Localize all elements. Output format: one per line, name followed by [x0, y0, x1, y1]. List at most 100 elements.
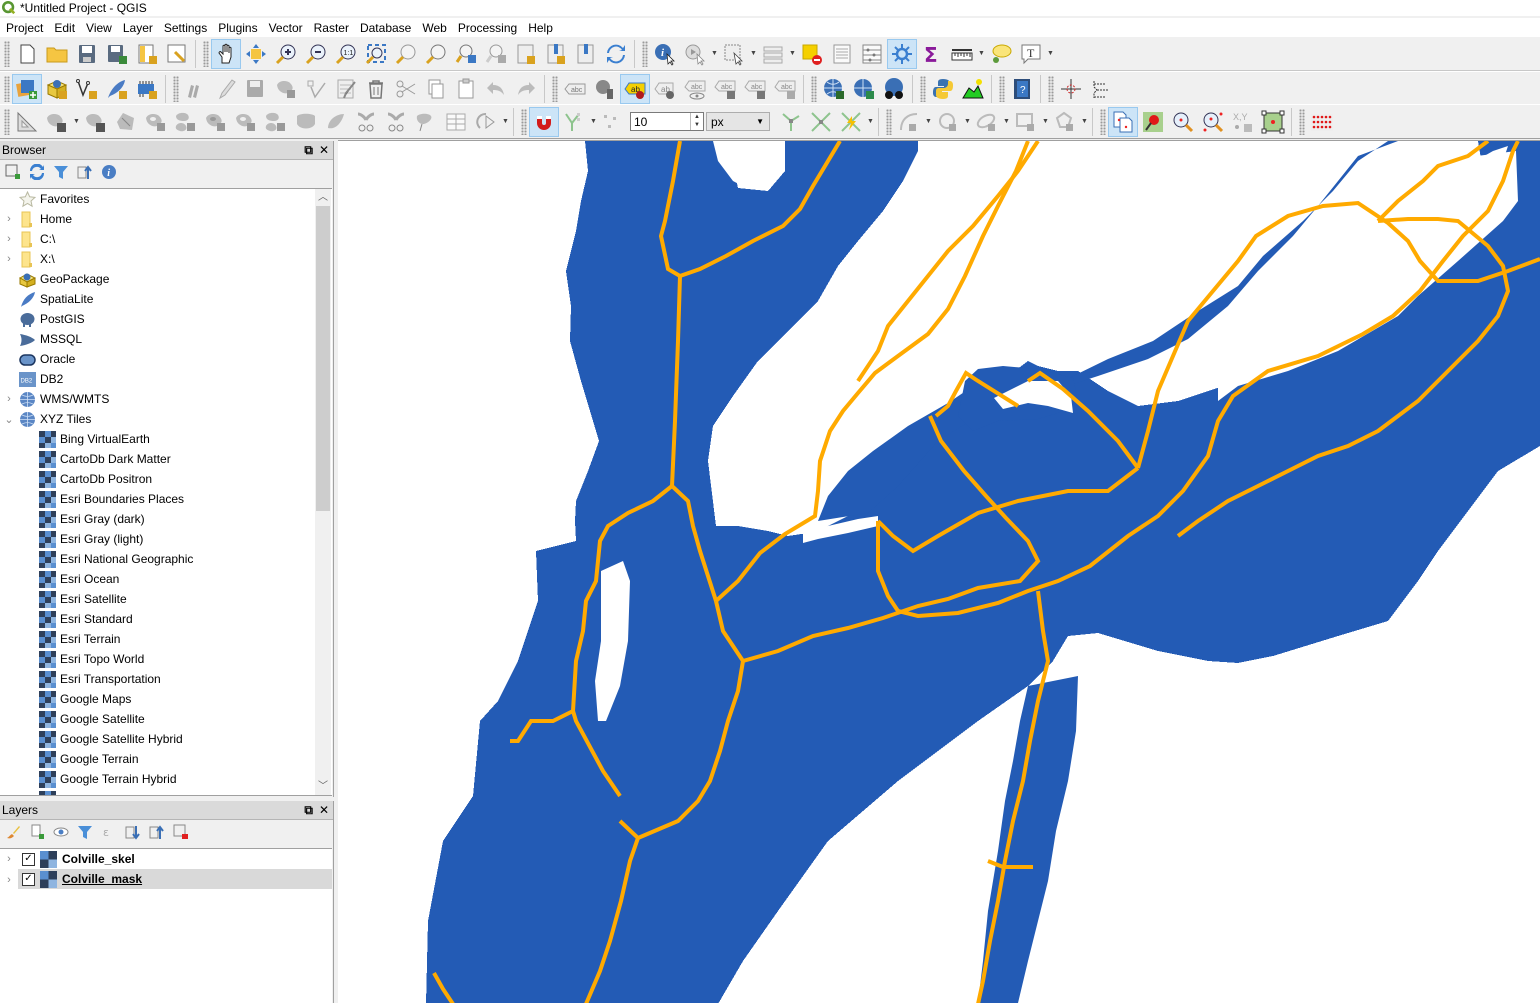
add-feature-button[interactable]: [271, 74, 301, 104]
expand-all-button[interactable]: [123, 822, 143, 842]
toolbar-grip[interactable]: [811, 75, 817, 102]
add-group-button[interactable]: [27, 822, 47, 842]
xyz-tile-item-google-satellite-hybrid[interactable]: Google Satellite Hybrid: [0, 729, 312, 749]
chevron-right-icon[interactable]: ›: [0, 253, 18, 265]
copy-features-button[interactable]: [421, 74, 451, 104]
fill-ring-button[interactable]: [201, 107, 231, 137]
advanced-digitizing-button[interactable]: [12, 107, 42, 137]
xyz-tile-item-google-terrain[interactable]: Google Terrain: [0, 749, 312, 769]
browser-item-postgis[interactable]: PostGIS: [0, 309, 312, 329]
processing-toolbox-button[interactable]: [887, 38, 917, 69]
rotate-symbols-dropdown[interactable]: ▼: [501, 107, 510, 137]
xyz-tile-item-esri-gray-light[interactable]: Esri Gray (light): [0, 529, 312, 549]
feature-action-dropdown[interactable]: ▼: [710, 39, 719, 69]
save-project-button[interactable]: [72, 39, 102, 69]
add-ring-button[interactable]: [141, 107, 171, 137]
toolbar-grip[interactable]: [920, 75, 926, 102]
snapping-mode-button[interactable]: [559, 107, 589, 137]
browser-item-xyz-tiles[interactable]: ⌄ XYZ Tiles: [0, 409, 312, 429]
zoom-native-button[interactable]: 1:1: [331, 39, 361, 69]
toolbar-grip[interactable]: [1100, 108, 1106, 135]
zoom-to-points-button[interactable]: [1198, 107, 1228, 137]
text-annotation-button[interactable]: T: [1016, 39, 1046, 69]
filter-legend-button[interactable]: [75, 822, 95, 842]
zoom-to-layer-button[interactable]: [421, 39, 451, 69]
digitize-rectangle-button[interactable]: [1011, 107, 1041, 137]
curve-dropdown[interactable]: ▼: [924, 107, 933, 137]
split-features-button[interactable]: [351, 107, 381, 137]
browser-item-oracle[interactable]: Oracle: [0, 349, 312, 369]
digitize-circle-button[interactable]: [933, 107, 963, 137]
browser-item-spatialite[interactable]: SpatiaLite: [0, 289, 312, 309]
select-features-button[interactable]: [719, 39, 749, 69]
toolbar-grip[interactable]: [4, 108, 10, 135]
layer-row-colville-skel[interactable]: › ✓ Colville_skel: [0, 849, 332, 869]
toggle-editing-button[interactable]: [211, 74, 241, 104]
xyz-tile-item-esri-standard[interactable]: Esri Standard: [0, 609, 312, 629]
menu-project[interactable]: Project: [2, 18, 47, 38]
menu-edit[interactable]: Edit: [50, 18, 79, 38]
toolbar-grip[interactable]: [999, 75, 1005, 102]
data-source-manager-button[interactable]: [12, 73, 42, 104]
map-tips-button[interactable]: [986, 39, 1016, 69]
undo-button[interactable]: [481, 74, 511, 104]
toolbar-grip[interactable]: [1048, 75, 1054, 102]
layer-visibility-checkbox[interactable]: ✓: [22, 852, 35, 866]
map-canvas[interactable]: [338, 140, 1540, 1003]
rotate-feature-button[interactable]: [81, 107, 111, 137]
save-edits-button[interactable]: [241, 74, 271, 104]
zoom-in-button[interactable]: [271, 39, 301, 69]
statistical-summary-button[interactable]: Σ: [917, 39, 947, 69]
select-by-value-button[interactable]: [758, 39, 788, 69]
scroll-down-icon[interactable]: ﹀: [315, 778, 331, 795]
field-calculator-button[interactable]: [857, 39, 887, 69]
xyz-tile-item-esri-boundaries-places[interactable]: Esri Boundaries Places: [0, 489, 312, 509]
pan-map-button[interactable]: [211, 38, 241, 69]
toolbar-grip[interactable]: [1299, 108, 1305, 135]
digitize-polygon-button[interactable]: [1050, 107, 1080, 137]
zoom-full-button[interactable]: [361, 39, 391, 69]
digitize-ellipse-button[interactable]: [972, 107, 1002, 137]
menu-database[interactable]: Database: [356, 18, 415, 38]
move-feature-dropdown[interactable]: ▼: [72, 107, 81, 137]
new-spatialite-layer-button[interactable]: [102, 74, 132, 104]
zoom-out-button[interactable]: [301, 39, 331, 69]
xyz-tile-item-esri-satellite[interactable]: Esri Satellite: [0, 589, 312, 609]
menu-view[interactable]: View: [82, 18, 116, 38]
reshape-features-button[interactable]: [291, 107, 321, 137]
add-selected-layers-button[interactable]: [3, 162, 23, 182]
xyz-tile-item-google-satellite[interactable]: Google Satellite: [0, 709, 312, 729]
rotate-label-button[interactable]: abc: [740, 74, 770, 104]
cut-features-button[interactable]: [391, 74, 421, 104]
profile-tool-button[interactable]: [958, 74, 988, 104]
menu-processing[interactable]: Processing: [454, 18, 521, 38]
toolbar-grip[interactable]: [4, 40, 10, 67]
create-point-layer-button[interactable]: [1108, 106, 1138, 137]
show-bookmarks-button[interactable]: [571, 39, 601, 69]
menu-vector[interactable]: Vector: [265, 18, 307, 38]
close-panel-icon[interactable]: ✕: [319, 143, 329, 158]
move-label-button[interactable]: abc: [710, 74, 740, 104]
redo-button[interactable]: [511, 74, 541, 104]
chevron-right-icon[interactable]: ›: [0, 393, 18, 405]
add-part-button[interactable]: [171, 107, 201, 137]
xyz-tile-item-cartodb-positron[interactable]: CartoDb Positron: [0, 469, 312, 489]
ellipse-dropdown[interactable]: ▼: [1002, 107, 1011, 137]
open-project-button[interactable]: [42, 39, 72, 69]
xyz-tile-item-google-terrain-hybrid[interactable]: Google Terrain Hybrid: [0, 769, 312, 789]
merge-attributes-button[interactable]: [441, 107, 471, 137]
paste-features-button[interactable]: [451, 74, 481, 104]
refresh-button[interactable]: [601, 39, 631, 69]
polygon-dropdown[interactable]: ▼: [1080, 107, 1089, 137]
pan-to-selection-button[interactable]: [241, 39, 271, 69]
offset-curve-button[interactable]: [321, 107, 351, 137]
layout-manager-button[interactable]: [162, 39, 192, 69]
manage-map-themes-button[interactable]: [51, 822, 71, 842]
menu-layer[interactable]: Layer: [119, 18, 157, 38]
delete-ring-button[interactable]: [231, 107, 261, 137]
scroll-up-icon[interactable]: ︿: [315, 189, 331, 206]
python-console-button[interactable]: [928, 74, 958, 104]
browser-item-mssql[interactable]: MSSQL: [0, 329, 312, 349]
toolbar-grip[interactable]: [521, 108, 527, 135]
toolbar-grip[interactable]: [642, 40, 648, 67]
